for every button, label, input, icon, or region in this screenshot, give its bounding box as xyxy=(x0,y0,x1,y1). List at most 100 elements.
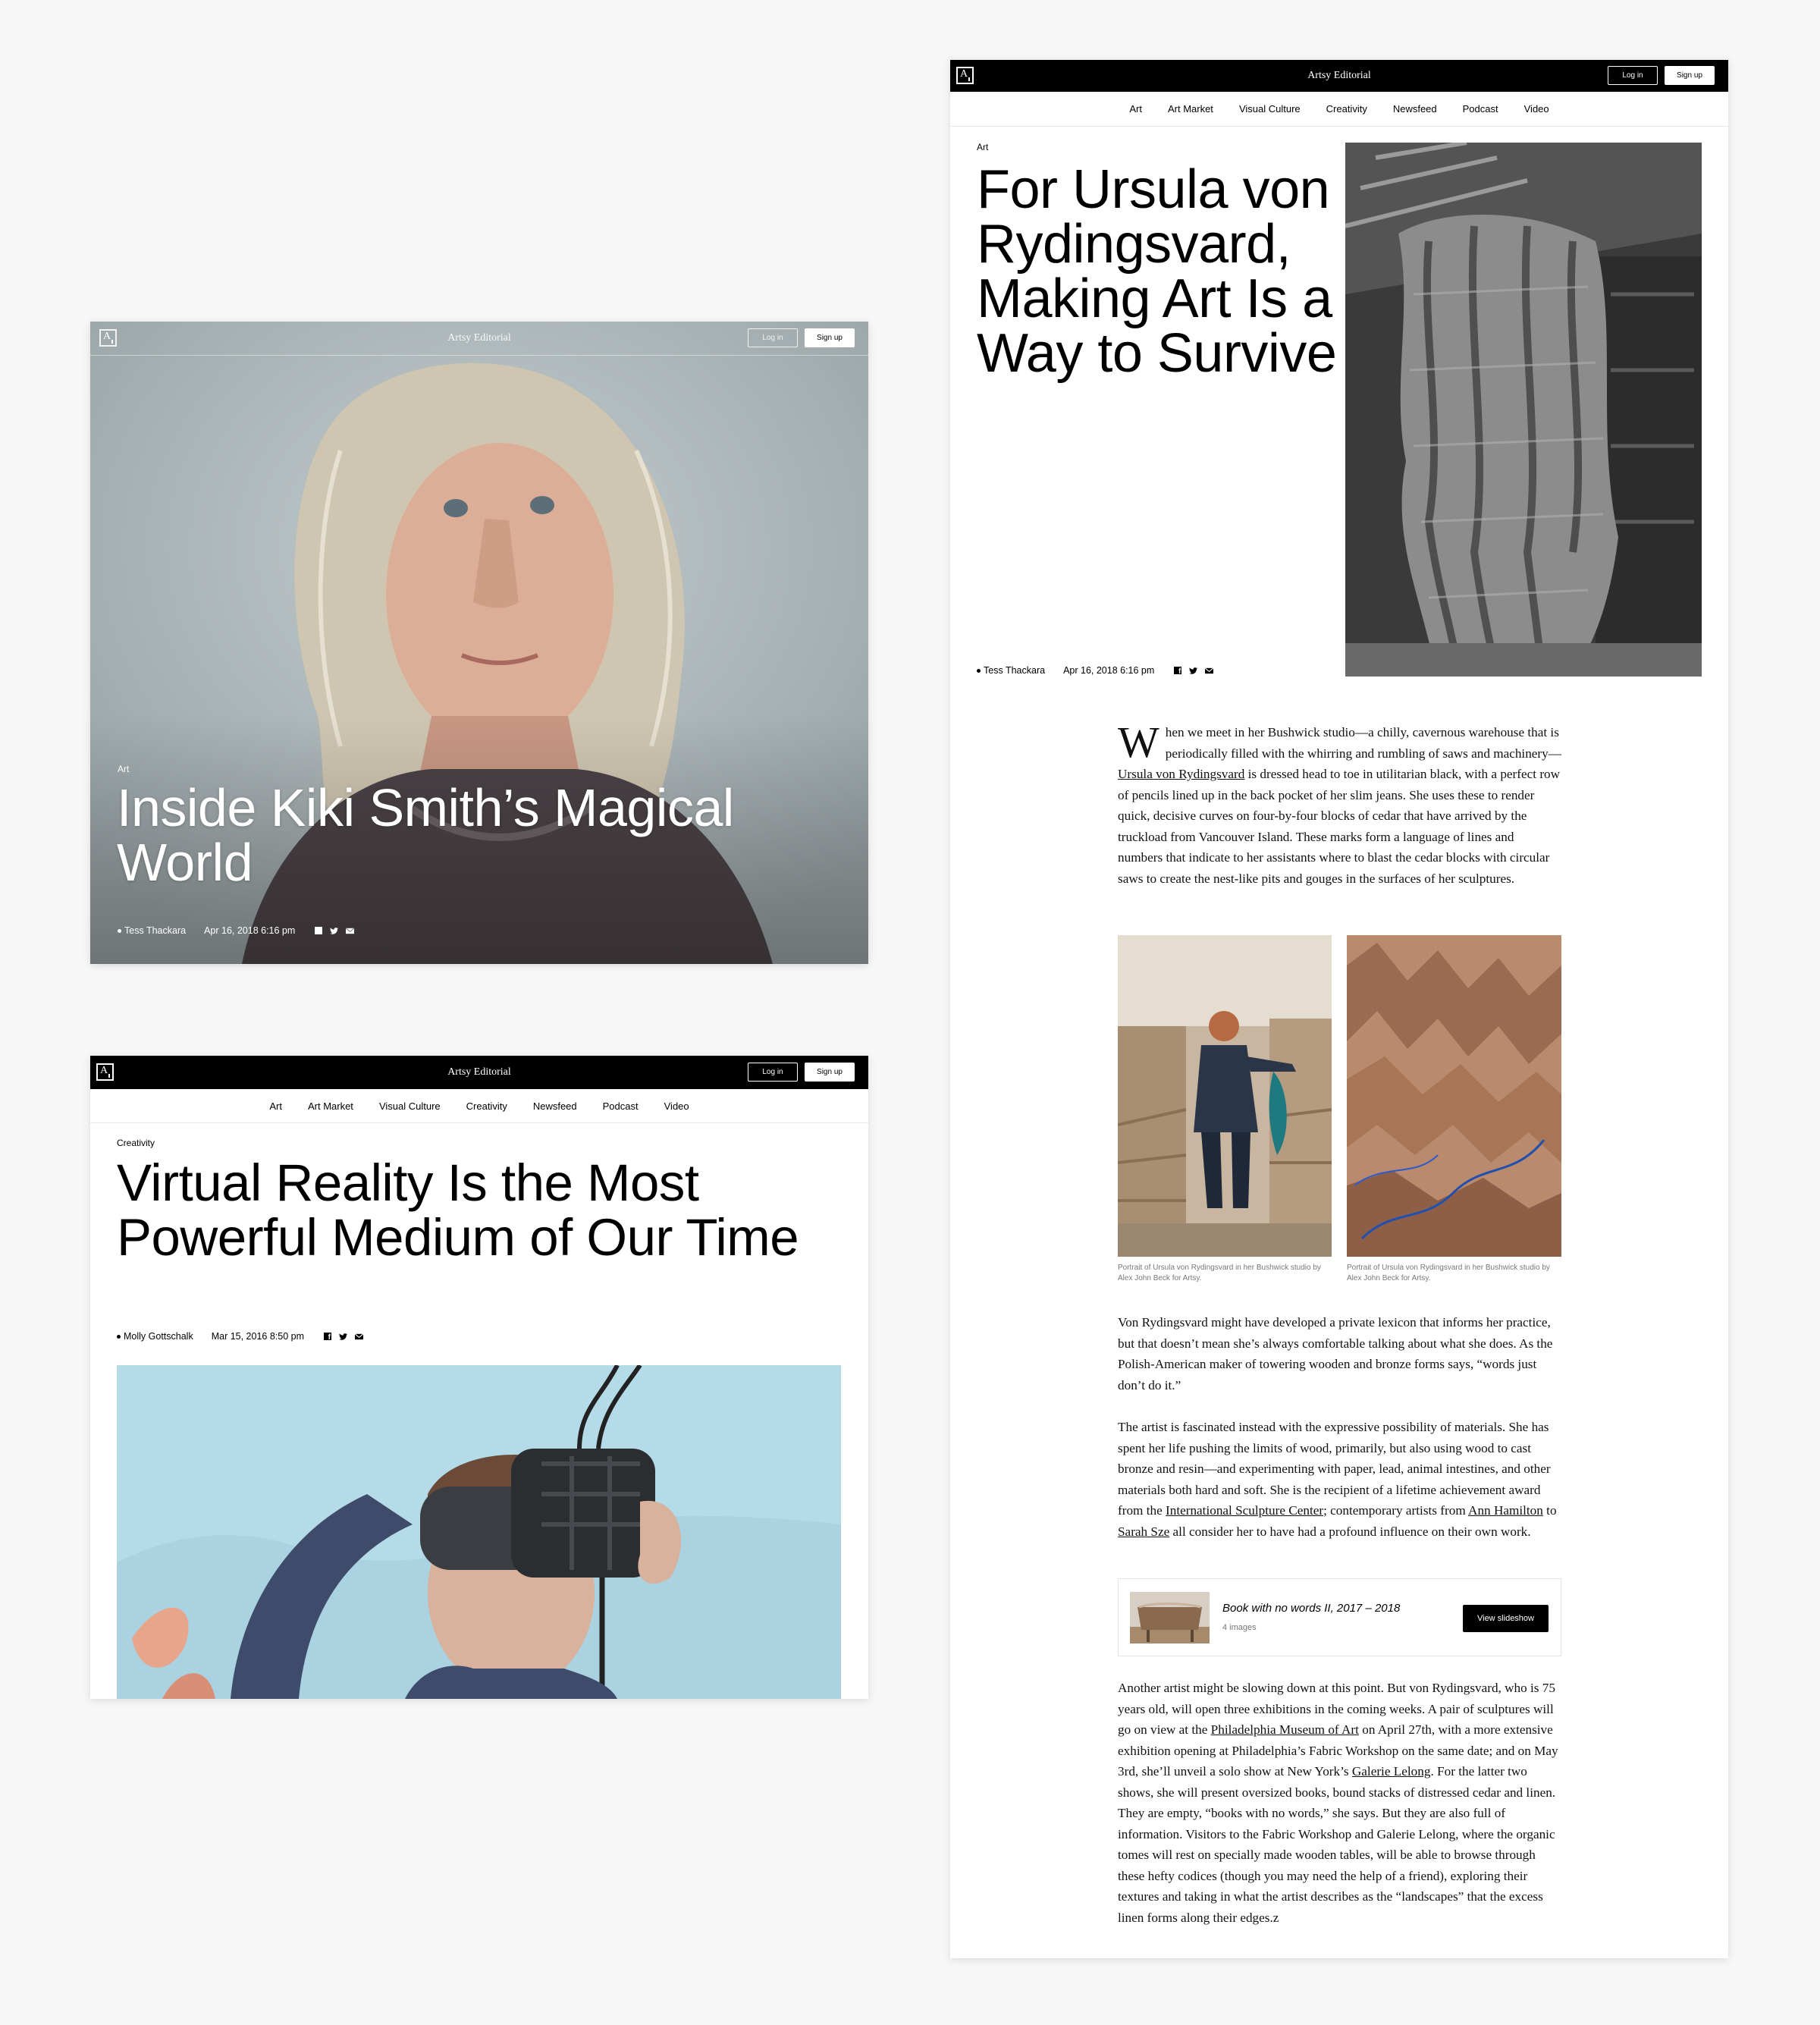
link-philadelphia-museum-of-art[interactable]: Philadelphia Museum of Art xyxy=(1211,1722,1359,1737)
paragraph-text: to xyxy=(1542,1503,1557,1518)
sculpture-studio-photo xyxy=(1345,143,1702,677)
nav-item-art-market[interactable]: Art Market xyxy=(1168,103,1213,115)
article-paragraph-3: The artist is fascinated instead with th… xyxy=(1118,1417,1561,1542)
author-name[interactable]: Tess Thackara xyxy=(124,925,186,936)
top-nav: A Artsy Editorial Log in Sign up xyxy=(90,1056,868,1089)
share-icons xyxy=(324,1333,363,1342)
article-meta: Tess Thackara Apr 16, 2018 6:16 pm xyxy=(977,665,1214,676)
auth-buttons: Log in Sign up xyxy=(748,328,855,347)
nav-item-video[interactable]: Video xyxy=(664,1100,689,1112)
article-paragraph-4: Another artist might be slowing down at … xyxy=(1118,1678,1561,1928)
vr-photo-illustration xyxy=(117,1365,841,1699)
artist-portrait-photo xyxy=(1118,935,1332,1257)
artsy-logo-icon[interactable]: A xyxy=(99,329,117,347)
nav-item-newsfeed[interactable]: Newsfeed xyxy=(533,1100,577,1112)
twitter-icon[interactable] xyxy=(1189,667,1198,675)
nav-item-art[interactable]: Art xyxy=(1129,103,1142,115)
article-category[interactable]: Art xyxy=(118,764,129,774)
site-title[interactable]: Artsy Editorial xyxy=(447,332,511,344)
view-slideshow-button[interactable]: View slideshow xyxy=(1463,1605,1549,1632)
facebook-icon[interactable] xyxy=(1174,667,1182,676)
nav-item-podcast[interactable]: Podcast xyxy=(603,1100,639,1112)
nav-item-creativity[interactable]: Creativity xyxy=(1326,103,1367,115)
author-dot xyxy=(977,668,981,673)
link-international-sculpture-center[interactable]: International Sculpture Center xyxy=(1166,1503,1323,1518)
artist-link-ursula-von-rydingsvard[interactable]: Ursula von Rydingsvard xyxy=(1118,767,1244,781)
slideshow-count: 4 images xyxy=(1222,1623,1257,1632)
author-dot xyxy=(117,1334,121,1339)
title-line: Virtual Reality Is the Most xyxy=(117,1154,699,1212)
article-meta: Molly Gottschalk Mar 15, 2016 8:50 pm xyxy=(117,1331,363,1342)
article-category[interactable]: Art xyxy=(977,142,988,152)
article-title: Virtual Reality Is the Most Powerful Med… xyxy=(117,1156,799,1265)
email-icon[interactable] xyxy=(346,927,355,935)
article-title: For Ursula von Rydingsvard, Making Art I… xyxy=(977,159,1337,384)
article-paragraph-1: When we meet in her Bushwick studio—a ch… xyxy=(1118,717,1561,889)
article-card-kiki-smith: A Artsy Editorial Log in Sign up Art Ins… xyxy=(90,322,868,964)
link-galerie-lelong[interactable]: Galerie Lelong xyxy=(1352,1764,1431,1779)
paragraph-text: is dressed head to toe in utilitarian bl… xyxy=(1118,767,1561,886)
auth-buttons: Log in Sign up xyxy=(748,1063,855,1082)
artist-link-ann-hamilton[interactable]: Ann Hamilton xyxy=(1468,1503,1543,1518)
paragraph-text: hen we meet in her Bushwick studio—a chi… xyxy=(1165,725,1561,761)
article-category[interactable]: Creativity xyxy=(117,1138,155,1148)
slideshow-title: Book with no words II, 2017 – 2018 xyxy=(1222,1602,1401,1615)
nav-item-visual-culture[interactable]: Visual Culture xyxy=(379,1100,441,1112)
nav-item-video[interactable]: Video xyxy=(1524,103,1549,115)
login-button[interactable]: Log in xyxy=(748,328,798,347)
paragraph-text: . For the latter two shows, she will pre… xyxy=(1118,1764,1556,1925)
email-icon[interactable] xyxy=(1205,667,1214,675)
paragraph-text: all consider her to have had a profound … xyxy=(1169,1524,1531,1539)
artist-link-sarah-sze[interactable]: Sarah Sze xyxy=(1118,1524,1169,1539)
artsy-logo-icon[interactable]: A xyxy=(956,67,974,84)
author-name[interactable]: Tess Thackara xyxy=(984,665,1045,676)
article-title: Inside Kiki Smith’s Magical World xyxy=(117,780,734,890)
title-line: Making Art Is a xyxy=(977,268,1332,329)
image-caption: Portrait of Ursula von Rydingsvard in he… xyxy=(1118,1264,1321,1282)
slideshow-thumbnail[interactable] xyxy=(1130,1592,1210,1644)
nav-item-newsfeed[interactable]: Newsfeed xyxy=(1393,103,1437,115)
nav-item-creativity[interactable]: Creativity xyxy=(466,1100,507,1112)
nav-item-art-market[interactable]: Art Market xyxy=(308,1100,353,1112)
signup-button[interactable]: Sign up xyxy=(805,1063,855,1082)
drop-cap: W xyxy=(1118,717,1159,767)
site-title[interactable]: Artsy Editorial xyxy=(1307,70,1371,82)
publish-date: Apr 16, 2018 6:16 pm xyxy=(1063,665,1155,676)
publish-date: Mar 15, 2016 8:50 pm xyxy=(211,1331,304,1342)
nav-item-art[interactable]: Art xyxy=(269,1100,282,1112)
section-nav: Art Art Market Visual Culture Creativity… xyxy=(90,1089,868,1123)
image-caption: Portrait of Ursula von Rydingsvard in he… xyxy=(1347,1264,1550,1282)
article-card-ursula-von-rydingsvard: A Artsy Editorial Log in Sign up Art Art… xyxy=(950,60,1728,1958)
share-icons xyxy=(1174,667,1214,676)
paragraph-text: Von Rydingsvard might have developed a p… xyxy=(1118,1315,1553,1392)
article-paragraph-2: Von Rydingsvard might have developed a p… xyxy=(1118,1312,1561,1396)
top-nav: A Artsy Editorial Log in Sign up xyxy=(90,322,868,356)
author-dot xyxy=(118,928,121,933)
email-icon[interactable] xyxy=(355,1333,363,1341)
nav-item-podcast[interactable]: Podcast xyxy=(1463,103,1498,115)
author-name[interactable]: Molly Gottschalk xyxy=(124,1331,193,1342)
login-button[interactable]: Log in xyxy=(1608,66,1658,85)
paper-sculpture-detail-photo xyxy=(1347,935,1561,1257)
slideshow-module[interactable]: Book with no words II, 2017 – 2018 4 ima… xyxy=(1118,1578,1561,1656)
top-nav: A Artsy Editorial Log in Sign up xyxy=(950,60,1728,92)
auth-buttons: Log in Sign up xyxy=(1608,66,1715,85)
title-line: Way to Survive xyxy=(977,323,1337,384)
twitter-icon[interactable] xyxy=(339,1333,347,1341)
section-nav: Art Art Market Visual Culture Creativity… xyxy=(950,92,1728,127)
publish-date: Apr 16, 2018 6:16 pm xyxy=(204,925,296,936)
twitter-icon[interactable] xyxy=(330,927,339,935)
article-meta: Tess Thackara Apr 16, 2018 6:16 pm xyxy=(118,925,355,936)
signup-button[interactable]: Sign up xyxy=(1665,66,1715,85)
facebook-icon[interactable] xyxy=(324,1333,331,1342)
title-line: For Ursula von xyxy=(977,159,1330,220)
login-button[interactable]: Log in xyxy=(748,1063,798,1082)
title-line: Rydingsvard, xyxy=(977,214,1291,275)
share-icons xyxy=(315,927,355,936)
facebook-icon[interactable] xyxy=(315,927,323,936)
site-title[interactable]: Artsy Editorial xyxy=(447,1066,511,1078)
nav-item-visual-culture[interactable]: Visual Culture xyxy=(1239,103,1301,115)
article-card-virtual-reality: A Artsy Editorial Log in Sign up Art Art… xyxy=(90,1056,868,1699)
artsy-logo-icon[interactable]: A xyxy=(96,1063,114,1081)
signup-button[interactable]: Sign up xyxy=(805,328,855,347)
